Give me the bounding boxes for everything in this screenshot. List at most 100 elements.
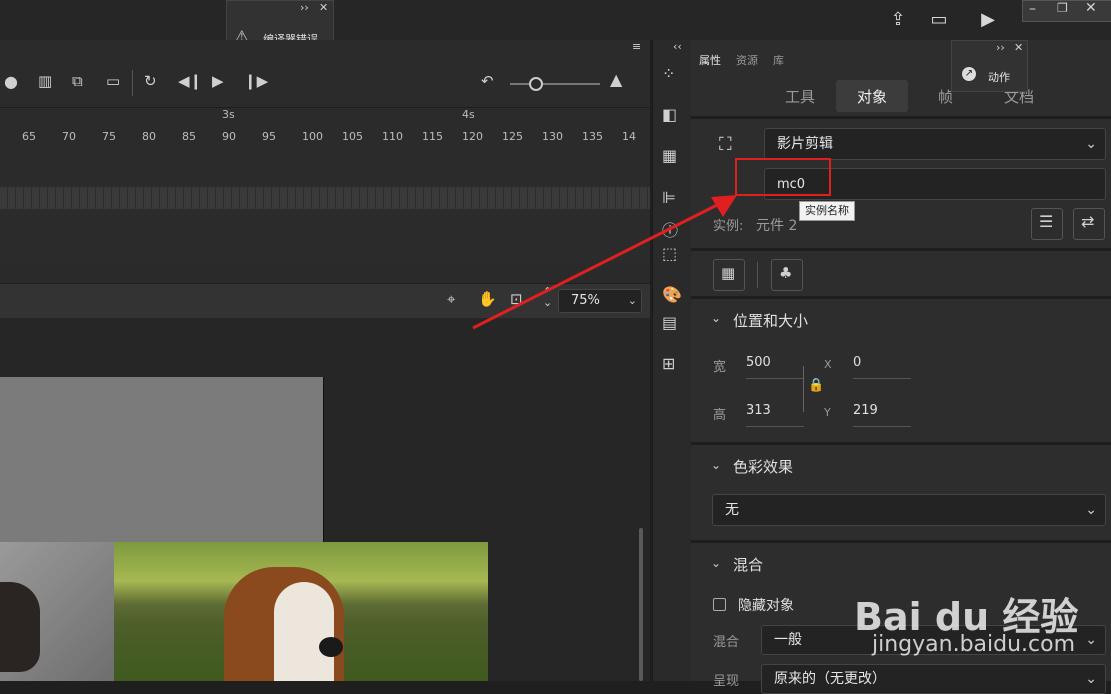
color-effect-heading[interactable]: 色彩效果 <box>733 456 793 477</box>
height-label: 高 <box>713 408 727 423</box>
collapse-icon[interactable]: ‹‹ <box>673 40 682 53</box>
render-label: 呈现 <box>713 674 740 689</box>
adjust-button[interactable]: ☰ <box>1031 208 1063 240</box>
play-icon[interactable]: ▶ <box>212 72 224 90</box>
annotation-arrow <box>472 195 737 330</box>
action-arrow-icon: ↗ <box>962 67 976 81</box>
x-input[interactable]: 0 <box>853 352 911 379</box>
center-stage-icon[interactable]: ⌖ <box>447 290 455 308</box>
play-preview-icon[interactable]: ▶ <box>976 8 1000 32</box>
subtab-object-label: 对象 <box>857 88 888 106</box>
swap-icon: ⇄ <box>1081 212 1095 231</box>
frame-option-icon[interactable]: ▭ <box>106 72 120 90</box>
scene-icon[interactable]: ⊞ <box>662 354 675 373</box>
expand-icon[interactable]: ›› <box>996 41 1005 54</box>
panel-tab-strip: 属性 资源 库 <box>691 48 1111 68</box>
watermark-url: jingyan.baidu.com <box>872 632 1076 657</box>
close-icon[interactable]: ✕ <box>1014 41 1023 54</box>
chevron-down-icon: ⌄ <box>1085 502 1097 518</box>
instance-name-tooltip: 实例名称 <box>799 201 855 221</box>
divider <box>691 116 1111 119</box>
insert-frame-icon[interactable]: ⧉ <box>72 72 83 90</box>
basset-hound-image[interactable] <box>114 542 488 681</box>
undo-icon[interactable]: ↶ <box>481 72 494 90</box>
chevron-down-icon[interactable]: ⌄ <box>711 556 721 570</box>
panel-toggle-icon[interactable]: ▭ <box>927 8 951 32</box>
height-value: 313 <box>746 403 771 418</box>
pug-image[interactable] <box>0 542 114 681</box>
symbol-type-value: 影片剪辑 <box>777 136 833 152</box>
ruler-frame-number: 65 <box>22 130 36 143</box>
ruler-frame-number: 125 <box>502 130 523 143</box>
dog-nose <box>319 637 343 657</box>
divider <box>691 442 1111 445</box>
divider <box>757 262 758 288</box>
dog-muzzle <box>274 582 334 681</box>
ruler-frame-number: 115 <box>422 130 443 143</box>
frame-picker-icon[interactable]: ◧ <box>662 105 677 124</box>
add-filter-button[interactable]: ♣ <box>771 259 803 291</box>
watermark: Bai du 经验 jingyan.baidu.com <box>850 576 1110 681</box>
ruler-second-label: 4s <box>462 108 475 121</box>
divider <box>691 540 1111 543</box>
ruler-frame-number: 120 <box>462 130 483 143</box>
close-icon[interactable]: ✕ <box>1085 0 1097 16</box>
motion-presets-icon[interactable]: ⁘ <box>662 64 675 83</box>
x-value: 0 <box>853 355 862 370</box>
height-input[interactable]: 313 <box>746 400 804 427</box>
stage-area <box>0 318 650 681</box>
mountain-icon[interactable]: ▲ <box>610 70 622 89</box>
symbol-type-select[interactable]: 影片剪辑 ⌄ <box>764 128 1106 160</box>
actions-panel[interactable]: ›› ✕ ↗ 动作 <box>951 40 1028 92</box>
ruler-frame-number: 95 <box>262 130 276 143</box>
expand-icon[interactable]: ›› <box>300 1 309 14</box>
width-value: 500 <box>746 355 771 370</box>
stage-scrollbar[interactable] <box>639 528 643 681</box>
share-icon[interactable]: ⇪ <box>886 8 910 32</box>
ruler-frame-number: 100 <box>302 130 323 143</box>
y-label: Y <box>824 406 831 419</box>
lock-icon[interactable]: 🔒 <box>808 378 824 393</box>
tab-library[interactable]: 库 <box>773 52 784 68</box>
ruler-frame-number: 135 <box>582 130 603 143</box>
ruler-frame-number: 14 <box>622 130 636 143</box>
chevron-down-icon[interactable]: ⌄ <box>711 458 721 472</box>
sliders-icon: ☰ <box>1039 212 1054 231</box>
panel-menu-icon[interactable]: ≡ <box>632 40 641 53</box>
color-effect-select[interactable]: 无 ⌄ <box>712 494 1106 526</box>
loop-icon[interactable]: ↻ <box>144 72 157 90</box>
zoom-slider-track[interactable] <box>510 83 600 85</box>
minimize-icon[interactable]: – <box>1029 1 1036 17</box>
subtab-object[interactable]: 对象 <box>836 80 908 112</box>
blend-heading[interactable]: 混合 <box>733 554 763 575</box>
ruler-frame-number: 85 <box>182 130 196 143</box>
hide-object-checkbox[interactable] <box>713 598 726 611</box>
close-icon[interactable]: ✕ <box>319 1 328 14</box>
x-label: X <box>824 358 832 371</box>
step-forward-icon[interactable]: ❙▶ <box>244 72 268 90</box>
app-top-bar: ⇪ ▭ ▶ – ❐ ✕ <box>0 0 1111 40</box>
zoom-slider-thumb[interactable] <box>529 77 543 91</box>
actions-label: 动作 <box>988 71 1010 84</box>
stage-canvas[interactable] <box>0 377 323 542</box>
ruler-frame-number: 130 <box>542 130 563 143</box>
window-controls: – ❐ ✕ <box>1022 0 1111 22</box>
ruler-frame-number: 80 <box>142 130 156 143</box>
ruler-second-label: 3s <box>222 108 235 121</box>
tab-assets[interactable]: 资源 <box>736 52 758 68</box>
y-input[interactable]: 219 <box>853 400 911 427</box>
y-value: 219 <box>853 403 878 418</box>
width-input[interactable]: 500 <box>746 352 804 379</box>
subtab-tool[interactable]: 工具 <box>785 86 815 107</box>
step-back-icon[interactable]: ◀❙ <box>178 72 202 90</box>
tab-properties[interactable]: 属性 <box>699 52 721 68</box>
ruler-frame-numbers: 65 70 75 80 85 90 95 100 105 110 115 120 125 130 135 14 <box>0 128 650 144</box>
width-label: 宽 <box>713 360 727 375</box>
components-icon[interactable]: ▦ <box>662 146 677 165</box>
restore-icon[interactable]: ❐ <box>1057 1 1068 15</box>
edit-multiple-frames-icon[interactable]: ▥ <box>38 72 52 90</box>
instance-value: 元件 2 <box>756 218 798 234</box>
ruler-frame-number: 70 <box>62 130 76 143</box>
swap-button[interactable]: ⇄ <box>1073 208 1105 240</box>
onion-skin-icon[interactable]: ● <box>4 72 18 91</box>
